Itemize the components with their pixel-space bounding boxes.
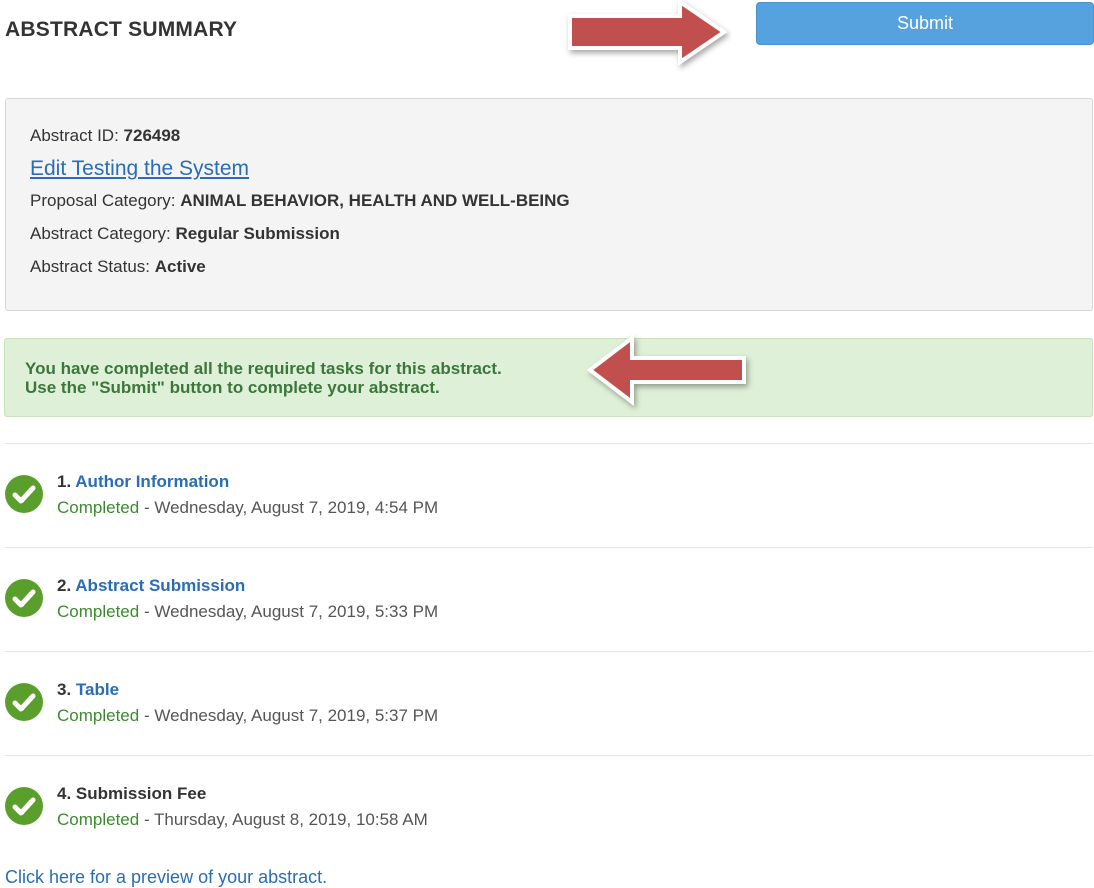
completion-alert: You have completed all the required task… — [4, 338, 1093, 417]
task-link-author-information[interactable]: Author Information — [75, 472, 229, 491]
check-circle-icon — [5, 787, 43, 825]
abstract-id-row: Abstract ID: 726498 — [30, 125, 1092, 158]
alert-line-2: Use the "Submit" button to complete your… — [25, 378, 440, 397]
preview-abstract-link[interactable]: Click here for a preview of your abstrac… — [5, 867, 327, 888]
task-number: 4. — [57, 784, 72, 803]
abstract-status-label: Abstract Status: — [30, 257, 155, 276]
check-circle-icon — [5, 683, 43, 721]
task-status: Completed - Thursday, August 8, 2019, 10… — [57, 810, 428, 830]
divider — [5, 443, 1093, 444]
task-number: 2. — [57, 576, 72, 595]
task-status: Completed - Wednesday, August 7, 2019, 5… — [57, 706, 438, 726]
task-label-submission-fee: Submission Fee — [75, 784, 207, 803]
task-item-submission-fee: 4. Submission Fee Completed - Thursday, … — [4, 784, 604, 846]
abstract-category-value: Regular Submission — [175, 224, 340, 243]
abstract-category-row: Abstract Category: Regular Submission — [30, 223, 1092, 256]
divider — [5, 651, 1093, 652]
status-completed: Completed — [57, 706, 140, 725]
red-arrow-icon — [568, 0, 728, 66]
task-link-abstract-submission[interactable]: Abstract Submission — [75, 576, 245, 595]
status-completed: Completed — [57, 498, 140, 517]
divider — [5, 755, 1093, 756]
proposal-category-label: Proposal Category: — [30, 191, 181, 210]
task-timestamp: - Wednesday, August 7, 2019, 5:37 PM — [139, 706, 439, 725]
status-completed: Completed — [57, 810, 140, 829]
abstract-summary-panel: Abstract ID: 726498 Edit Testing the Sys… — [5, 98, 1093, 311]
divider — [5, 547, 1093, 548]
check-circle-icon — [5, 475, 43, 513]
page-title: ABSTRACT SUMMARY — [5, 18, 238, 41]
task-timestamp: - Wednesday, August 7, 2019, 5:33 PM — [139, 602, 439, 621]
alert-line-1: You have completed all the required task… — [25, 359, 502, 378]
task-timestamp: - Thursday, August 8, 2019, 10:58 AM — [139, 810, 428, 829]
task-item-abstract-submission: 2. Abstract Submission Completed - Wedne… — [4, 576, 604, 638]
abstract-status-value: Active — [154, 257, 206, 276]
edit-abstract-link[interactable]: Edit Testing the System — [30, 156, 1092, 190]
task-title: 4. Submission Fee — [57, 784, 206, 804]
abstract-id-label: Abstract ID: — [30, 126, 124, 145]
submit-button[interactable]: Submit — [756, 2, 1094, 45]
proposal-category-row: Proposal Category: ANIMAL BEHAVIOR, HEAL… — [30, 190, 1092, 223]
task-number: 1. — [57, 472, 72, 491]
abstract-category-label: Abstract Category: — [30, 224, 176, 243]
proposal-category-value: ANIMAL BEHAVIOR, HEALTH AND WELL-BEING — [180, 191, 570, 210]
task-title: 3. Table — [57, 680, 119, 700]
red-arrow-icon — [586, 333, 746, 407]
abstract-id-value: 726498 — [123, 126, 181, 145]
task-title: 1. Author Information — [57, 472, 229, 492]
task-title: 2. Abstract Submission — [57, 576, 245, 596]
task-number: 3. — [57, 680, 72, 699]
task-link-table[interactable]: Table — [76, 680, 119, 699]
abstract-status-row: Abstract Status: Active — [30, 256, 1092, 289]
task-timestamp: - Wednesday, August 7, 2019, 4:54 PM — [139, 498, 439, 517]
task-status: Completed - Wednesday, August 7, 2019, 4… — [57, 498, 438, 518]
task-status: Completed - Wednesday, August 7, 2019, 5… — [57, 602, 438, 622]
task-item-table: 3. Table Completed - Wednesday, August 7… — [4, 680, 604, 742]
task-item-author-information: 1. Author Information Completed - Wednes… — [4, 472, 604, 534]
check-circle-icon — [5, 579, 43, 617]
status-completed: Completed — [57, 602, 140, 621]
